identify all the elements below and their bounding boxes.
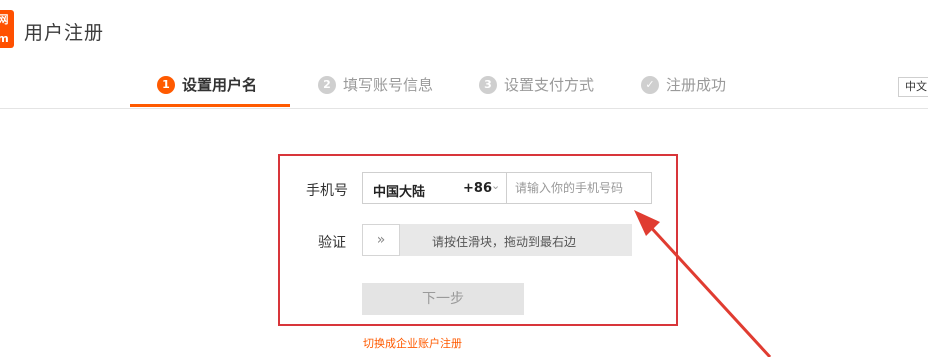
- annotation-arrow: [634, 210, 772, 357]
- arrow-shaft: [644, 220, 772, 357]
